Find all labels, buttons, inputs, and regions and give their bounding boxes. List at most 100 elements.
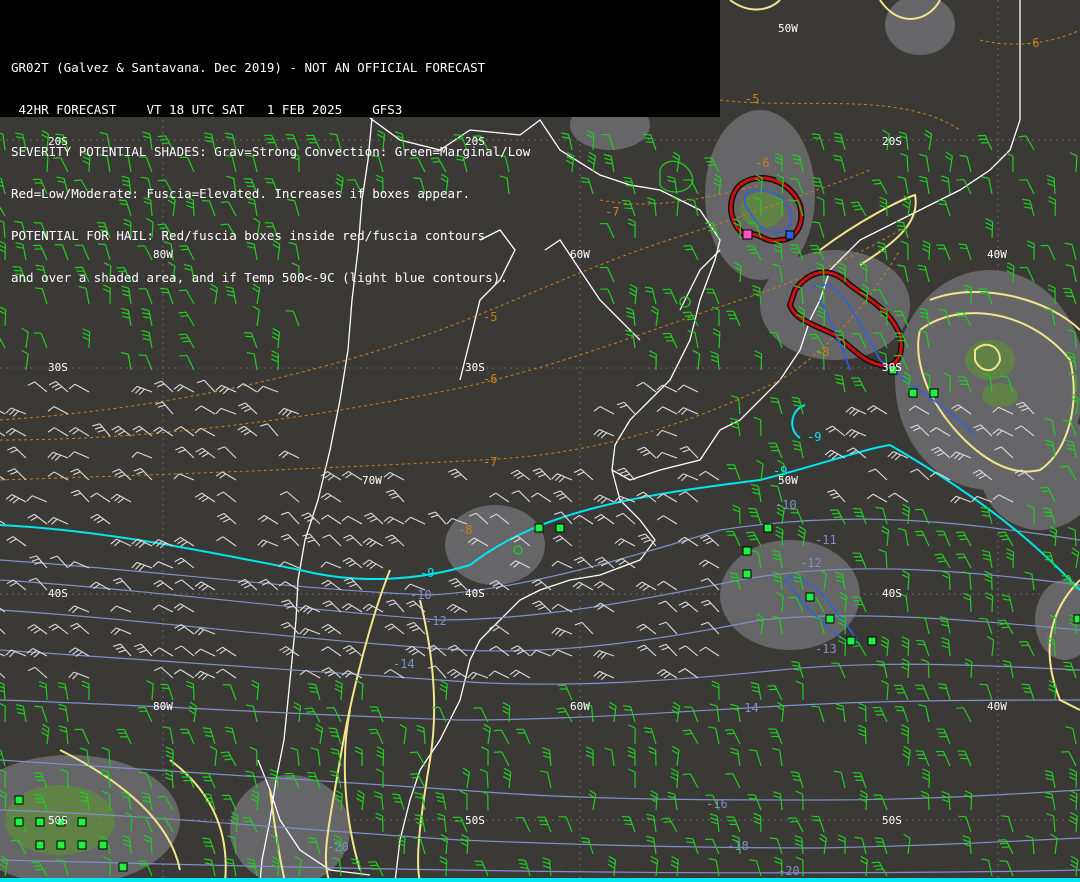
wind-barb (837, 834, 846, 855)
wind-barb (648, 350, 657, 371)
wind-barb (174, 645, 195, 657)
wind-barb (260, 423, 279, 437)
lon-label-60w: 60W (570, 700, 590, 713)
wind-barb (857, 724, 867, 745)
wind-barb (27, 666, 48, 679)
wind-barb (1026, 240, 1035, 261)
wind-barb (671, 745, 680, 767)
wind-barb (279, 646, 300, 657)
lat-label-20s: 20S (465, 135, 485, 148)
wind-barb (178, 311, 195, 327)
wind-barb (658, 643, 678, 657)
wind-barb (915, 684, 930, 701)
wind-barb (174, 557, 195, 569)
wind-barb (698, 559, 720, 569)
wind-barb (0, 306, 7, 327)
wind-barb (1019, 179, 1035, 195)
wind-barb (173, 473, 195, 481)
wind-barb (6, 536, 27, 547)
wind-barb (460, 833, 469, 855)
wind-barb (981, 176, 993, 195)
wind-barb (811, 815, 825, 833)
wind-barb (1002, 659, 1014, 679)
contour-label: -5 (483, 310, 498, 324)
wind-barb (794, 835, 804, 855)
wind-barb (977, 134, 993, 151)
wind-barb (196, 379, 216, 393)
wind-barb (362, 559, 384, 569)
wind-barb (831, 662, 846, 679)
wind-barb (542, 857, 552, 877)
wind-barb (845, 406, 867, 417)
wind-barb (321, 623, 342, 635)
wind-barb (81, 680, 90, 701)
wind-barb (21, 349, 29, 371)
wind-barb (958, 243, 972, 261)
wind-barb (825, 425, 846, 437)
wind-barb (834, 374, 846, 393)
lat-label-40s: 40S (882, 587, 902, 600)
wind-barb (0, 131, 6, 151)
wind-barb (1062, 287, 1077, 305)
wind-barb (68, 647, 90, 657)
wind-barb (194, 405, 216, 415)
wind-barb (698, 646, 720, 657)
wind-barb (986, 635, 995, 657)
wind-barb (879, 196, 888, 217)
wind-barb (537, 816, 552, 833)
wind-barb (385, 534, 405, 547)
wind-barb (679, 445, 699, 459)
wind-barb (827, 489, 846, 503)
wind-barb (1025, 835, 1035, 855)
wind-barb (47, 406, 69, 415)
wind-barb (271, 327, 281, 349)
wind-barb (165, 746, 174, 767)
wind-barb (342, 645, 363, 657)
wind-barb (684, 706, 699, 723)
wind-barb (90, 492, 111, 503)
wind-barb (748, 749, 762, 767)
wind-barb (448, 468, 468, 481)
wind-barb (622, 705, 636, 723)
wind-barb (489, 624, 510, 635)
lon-label-40w: 40W (987, 248, 1007, 261)
lat-label-50s: 50S (465, 814, 485, 827)
wind-barb (616, 467, 636, 481)
wind-barb (726, 816, 741, 833)
wind-barb (942, 570, 951, 591)
wind-barb (48, 623, 69, 635)
wind-barb (649, 789, 658, 811)
wind-barb (178, 333, 195, 349)
wind-barb (627, 768, 636, 789)
wind-barb (769, 837, 783, 855)
wind-barb (811, 133, 825, 151)
wind-barb (677, 384, 699, 393)
wind-barb (616, 401, 636, 415)
wind-barb (539, 770, 552, 789)
wind-barb (852, 552, 867, 569)
lat-label-20s: 20S (48, 135, 68, 148)
wind-barb (47, 451, 69, 462)
wind-barb (593, 429, 615, 439)
wind-barb (880, 635, 889, 657)
wind-barb (981, 549, 993, 569)
wind-barb (787, 817, 804, 833)
wind-barb (677, 407, 699, 415)
forecast-header: GR02T (Galvez & Santavana. Dec 2019) - N… (0, 0, 720, 285)
wind-barb (164, 768, 174, 789)
wind-barb (551, 603, 573, 613)
wind-barb (155, 401, 174, 415)
wind-barb (753, 416, 762, 437)
wind-barb (955, 553, 972, 569)
wind-barb (914, 508, 930, 525)
wind-barb (772, 747, 783, 767)
wind-barb (41, 723, 50, 745)
wind-barb (958, 815, 972, 833)
wind-barb (175, 446, 195, 459)
wind-barb (833, 132, 846, 151)
wind-barb (28, 577, 48, 591)
wind-barb (795, 680, 804, 701)
contour-label: -14 (393, 657, 415, 671)
wind-barb (1046, 813, 1056, 833)
wind-barb (750, 681, 762, 701)
